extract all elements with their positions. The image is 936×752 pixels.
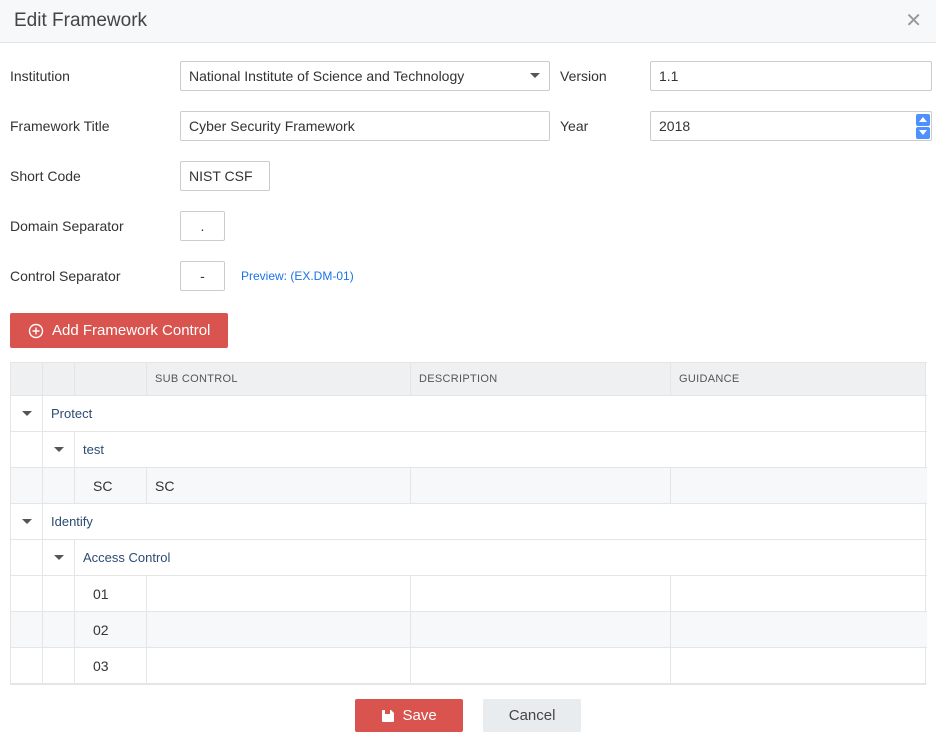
- framework-title-label: Framework Title: [10, 118, 170, 134]
- save-button-label: Save: [403, 707, 437, 724]
- institution-label: Institution: [10, 68, 170, 84]
- dialog-body: Institution National Institute of Scienc…: [0, 43, 936, 752]
- plus-circle-icon: [28, 323, 44, 339]
- dialog-footer: Save Cancel: [10, 685, 926, 742]
- control-subcontrol: [147, 612, 411, 648]
- domain-name: Identify: [43, 504, 927, 540]
- domain-name: Protect: [43, 396, 927, 432]
- year-input[interactable]: [650, 111, 932, 141]
- expand-icon[interactable]: [43, 432, 75, 468]
- dialog-header: Edit Framework ✕: [0, 0, 936, 43]
- control-guidance: [671, 648, 927, 684]
- control-guidance: [671, 612, 927, 648]
- version-label: Version: [560, 68, 640, 84]
- save-icon: [381, 709, 395, 723]
- save-button[interactable]: Save: [355, 699, 463, 732]
- add-framework-control-button[interactable]: Add Framework Control: [10, 313, 228, 348]
- domain-separator-input[interactable]: [180, 211, 225, 241]
- year-spinner: [916, 113, 930, 139]
- control-row-03: 03: [11, 648, 925, 684]
- control-code: 01: [75, 576, 147, 612]
- control-code: 02: [75, 612, 147, 648]
- control-subcontrol: [147, 648, 411, 684]
- cancel-button[interactable]: Cancel: [483, 699, 582, 732]
- dialog-title: Edit Framework: [14, 10, 147, 32]
- cancel-button-label: Cancel: [509, 707, 556, 724]
- control-row-sc: SC SC: [11, 468, 925, 504]
- control-description: [411, 576, 671, 612]
- subdomain-name: Access Control: [75, 540, 927, 576]
- control-row-02: 02: [11, 612, 925, 648]
- institution-select-value: National Institute of Science and Techno…: [180, 61, 550, 91]
- close-icon[interactable]: ✕: [905, 11, 922, 31]
- col-sub-control: SUB CONTROL: [147, 362, 411, 396]
- grid-header-row: SUB CONTROL DESCRIPTION GUIDANCE: [11, 362, 925, 396]
- col-description: DESCRIPTION: [411, 362, 671, 396]
- control-description: [411, 648, 671, 684]
- control-code: SC: [75, 468, 147, 504]
- year-down-button[interactable]: [916, 127, 930, 139]
- domain-row-identify: Identify: [11, 504, 925, 540]
- control-code: 03: [75, 648, 147, 684]
- year-label: Year: [560, 118, 640, 134]
- control-subcontrol: [147, 576, 411, 612]
- form-grid: Institution National Institute of Scienc…: [10, 61, 926, 291]
- control-description: [411, 612, 671, 648]
- expand-icon[interactable]: [11, 396, 43, 432]
- control-row-01: 01: [11, 576, 925, 612]
- framework-title-input[interactable]: [180, 111, 550, 141]
- year-up-button[interactable]: [916, 114, 930, 126]
- control-separator-label: Control Separator: [10, 268, 170, 284]
- control-description: [411, 468, 671, 504]
- controls-grid: SUB CONTROL DESCRIPTION GUIDANCE Protect…: [10, 362, 926, 685]
- control-subcontrol: SC: [147, 468, 411, 504]
- control-guidance: [671, 576, 927, 612]
- expand-icon[interactable]: [43, 540, 75, 576]
- domain-row-protect: Protect: [11, 396, 925, 432]
- control-guidance: [671, 468, 927, 504]
- domain-separator-label: Domain Separator: [10, 218, 170, 234]
- subdomain-row-test: test: [11, 432, 925, 468]
- subdomain-name: test: [75, 432, 927, 468]
- expand-icon[interactable]: [11, 504, 43, 540]
- short-code-label: Short Code: [10, 168, 170, 184]
- add-framework-control-label: Add Framework Control: [52, 322, 210, 339]
- subdomain-row-access-control: Access Control: [11, 540, 925, 576]
- separator-preview: Preview: (EX.DM-01): [241, 269, 354, 283]
- version-input[interactable]: [650, 61, 932, 91]
- col-guidance: GUIDANCE: [671, 362, 927, 396]
- short-code-input[interactable]: [180, 161, 270, 191]
- control-separator-input[interactable]: [180, 261, 225, 291]
- institution-select[interactable]: National Institute of Science and Techno…: [180, 61, 550, 91]
